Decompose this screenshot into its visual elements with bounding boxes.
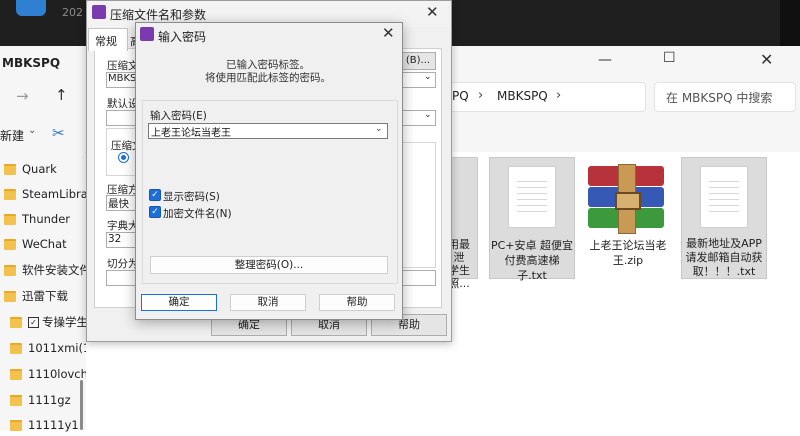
- ok-button[interactable]: 确定: [141, 294, 217, 311]
- sidebar-item[interactable]: 1011xmi(1: [10, 337, 90, 359]
- sidebar-item[interactable]: 11111y1: [10, 414, 79, 436]
- sidebar-item-label: 迅雷下载: [22, 289, 68, 303]
- explorer-tab-title[interactable]: MBKSPQ: [2, 56, 60, 70]
- file-item[interactable]: 最新地址及APP 请发邮箱自动获 取！！！.txt: [681, 157, 767, 279]
- organize-passwords-button[interactable]: 整理密码(O)...: [150, 256, 388, 274]
- chevron-down-icon[interactable]: ⌄: [375, 124, 383, 134]
- sidebar-item-label: 1011xmi(1: [28, 341, 91, 355]
- winrar-archive-icon: [588, 164, 664, 234]
- dialog-message: 将使用匹配此标签的密码。: [205, 72, 331, 84]
- folder-icon: [4, 264, 16, 276]
- tab-general-label[interactable]: 常规: [95, 33, 117, 49]
- sidebar-scrollbar[interactable]: [80, 380, 83, 430]
- sidebar-item-label: Thunder: [22, 212, 70, 226]
- folder-icon: [10, 394, 22, 406]
- forward-arrow-icon[interactable]: →: [16, 87, 29, 105]
- dictionary-label: 字典大: [107, 220, 139, 232]
- show-password-checkbox[interactable]: ✓: [149, 189, 161, 201]
- sidebar-item[interactable]: 迅雷下载: [4, 285, 68, 307]
- background-window-edge: [780, 0, 800, 46]
- sidebar-item[interactable]: ✓ 专操学生: [10, 311, 88, 333]
- sidebar-item[interactable]: 软件安装文件: [4, 259, 91, 281]
- sidebar-item-label: 软件安装文件: [22, 263, 91, 277]
- sidebar-item-label: Quark: [22, 162, 57, 176]
- sidebar-item[interactable]: 1110lovch: [10, 363, 88, 385]
- file-label-line: 请发邮箱自动获: [685, 251, 763, 264]
- file-label-line: 付费高速梯子.txt: [504, 254, 560, 282]
- minimize-icon[interactable]: —: [598, 52, 612, 68]
- winrar-icon: [140, 27, 154, 41]
- file-label: 上老王论坛当老 王.zip: [586, 238, 670, 268]
- new-button[interactable]: 新建: [0, 127, 24, 144]
- background-app-icon: [16, 0, 46, 16]
- options-group: [400, 142, 436, 268]
- sidebar-item-label: 1110lovch: [28, 367, 88, 381]
- folder-icon: [4, 213, 16, 225]
- dialog-title: 输入密码: [158, 30, 207, 44]
- cut-icon[interactable]: ✂: [52, 124, 65, 142]
- sidebar-item-label: 1111gz: [28, 393, 71, 407]
- search-input[interactable]: 在 MBKSPQ 中搜索: [666, 89, 772, 106]
- sidebar-item-label: WeChat: [22, 237, 67, 251]
- file-item[interactable]: PC+安卓 超便宜 付费高速梯子.txt: [489, 157, 575, 282]
- dialog-title: 压缩文件名和参数: [110, 8, 207, 22]
- sidebar-item-label: 专操学生: [42, 315, 88, 329]
- encrypt-filenames-label[interactable]: 加密文件名(N): [163, 206, 232, 221]
- folder-icon: [4, 163, 16, 175]
- file-label-line: PC+安卓 超便宜: [490, 239, 574, 252]
- close-icon[interactable]: ✕: [382, 24, 395, 42]
- split-field[interactable]: [106, 270, 138, 286]
- file-label-line: 上老王论坛当老: [589, 239, 667, 252]
- chevron-down-icon: ⌄: [424, 72, 432, 82]
- document-icon: [508, 166, 556, 228]
- file-label-line: 王.zip: [612, 254, 644, 267]
- close-icon[interactable]: ✕: [426, 3, 439, 21]
- profile-field[interactable]: [106, 110, 138, 126]
- password-label: 输入密码(E): [150, 110, 207, 122]
- winrar-icon: [92, 5, 106, 19]
- chevron-down-icon[interactable]: ⌄: [28, 125, 36, 136]
- cancel-button[interactable]: 取消: [230, 294, 306, 311]
- archive-name-label: 压缩文: [107, 60, 139, 72]
- dictionary-value: 32: [108, 233, 122, 245]
- file-label: PC+安卓 超便宜 付费高速梯子.txt: [490, 238, 574, 283]
- checkbox-icon: ✓: [28, 316, 39, 328]
- folder-icon: [10, 342, 22, 354]
- sidebar-item[interactable]: WeChat: [4, 233, 67, 255]
- breadcrumb-segment[interactable]: PQ: [452, 89, 469, 103]
- navigation-pane: Quark SteamLibrary Thunder WeChat 软件安装文件…: [0, 152, 99, 432]
- help-button[interactable]: 帮助: [319, 294, 395, 311]
- document-icon: [700, 166, 748, 228]
- sidebar-item[interactable]: Quark: [4, 158, 57, 180]
- close-icon[interactable]: ✕: [760, 50, 773, 69]
- chevron-right-icon[interactable]: ›: [478, 88, 483, 103]
- split-unit-field[interactable]: [400, 270, 436, 286]
- show-password-label[interactable]: 显示密码(S): [163, 189, 220, 204]
- sidebar-item[interactable]: 1111gz: [10, 389, 71, 411]
- folder-icon: [4, 290, 16, 302]
- chevron-right-icon[interactable]: ›: [556, 88, 561, 103]
- folder-icon: [4, 188, 16, 200]
- encrypt-filenames-checkbox[interactable]: ✓: [149, 206, 161, 218]
- file-label: 最新地址及APP 请发邮箱自动获 取！！！.txt: [682, 237, 766, 279]
- folder-icon: [4, 238, 16, 250]
- background-year-text: 202: [62, 6, 83, 19]
- method-value: 最快: [108, 198, 129, 210]
- breadcrumb-segment[interactable]: MBKSPQ: [497, 89, 548, 103]
- maximize-icon[interactable]: ☐: [663, 50, 676, 66]
- radio-button[interactable]: [118, 152, 129, 163]
- folder-icon: [10, 419, 22, 431]
- up-arrow-icon[interactable]: ↑: [55, 86, 68, 104]
- password-value: 上老王论坛当老王: [151, 128, 231, 139]
- sidebar-item[interactable]: Thunder: [4, 208, 70, 230]
- folder-icon: [10, 316, 22, 328]
- folder-icon: [10, 368, 22, 380]
- file-label-line: 最新地址及APP: [686, 237, 762, 250]
- file-label-line: 取！！！.txt: [692, 265, 756, 278]
- chevron-down-icon: ⌄: [424, 110, 432, 120]
- browse-button[interactable]: (B)...: [400, 52, 436, 70]
